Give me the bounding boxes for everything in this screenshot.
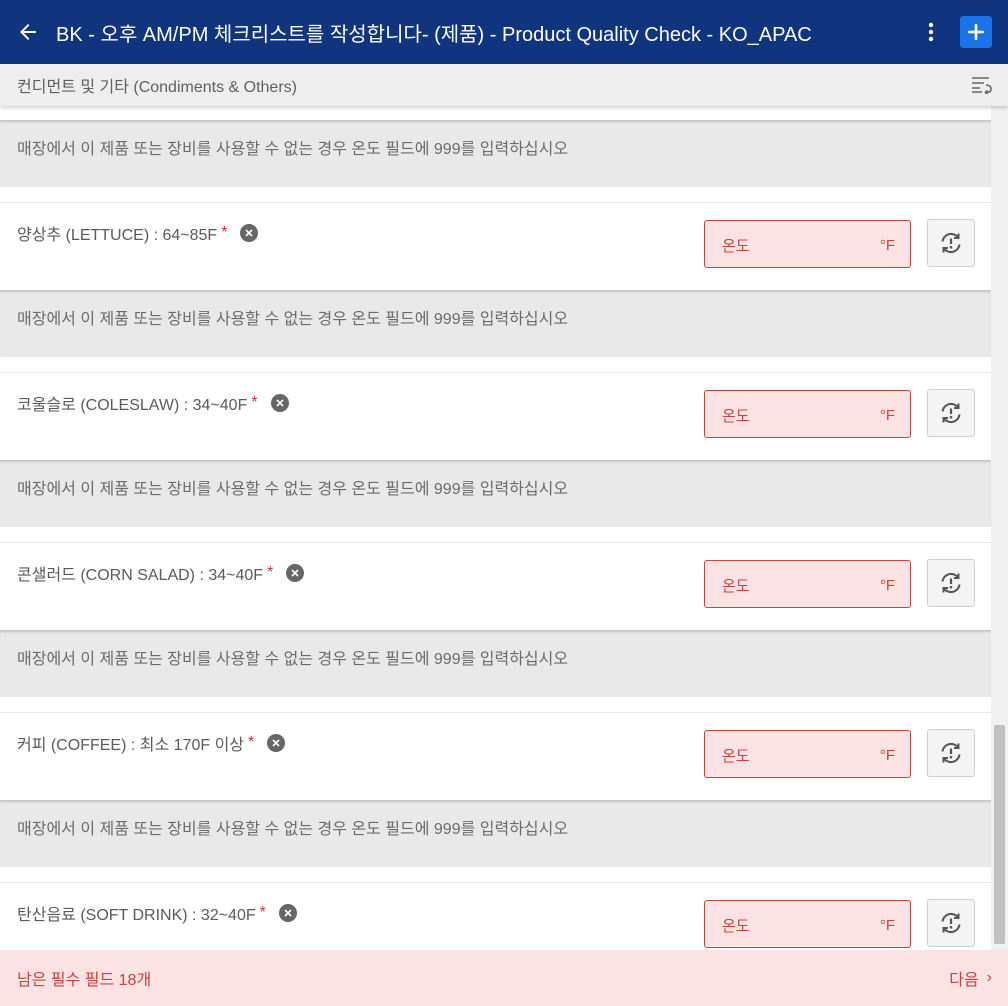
info-text: 매장에서 이 제품 또는 장비를 사용할 수 없는 경우 온도 필드에 999를… — [0, 630, 991, 697]
temperature-input[interactable]: 온도 °F — [704, 900, 911, 948]
reset-button[interactable] — [927, 729, 975, 777]
add-button[interactable] — [960, 16, 992, 48]
item-label: 탄산음료 (SOFT DRINK) : 32~40F * — [17, 901, 297, 925]
info-text: 매장에서 이 제품 또는 장비를 사용할 수 없는 경우 온도 필드에 999를… — [0, 120, 991, 187]
form-item-lettuce: 양상추 (LETTUCE) : 64~85F * 온도 °F — [0, 203, 991, 290]
scrollbar[interactable] — [991, 106, 1008, 950]
temperature-input[interactable]: 온도 °F — [704, 220, 911, 268]
info-text: 매장에서 이 제품 또는 장비를 사용할 수 없는 경우 온도 필드에 999를… — [0, 290, 991, 357]
item-label: 코울슬로 (COLESLAW) : 34~40F * — [17, 391, 289, 415]
item-label: 커피 (COFFEE) : 최소 170F 이상 * — [17, 731, 286, 755]
next-label: 다음 — [949, 972, 979, 989]
item-label: 양상추 (LETTUCE) : 64~85F * — [17, 221, 259, 245]
form-item-corn-salad: 콘샐러드 (CORN SALAD) : 34~40F * 온도 °F — [0, 543, 991, 630]
reset-icon — [941, 573, 961, 593]
unit-label: °F — [879, 577, 895, 594]
unit-label: °F — [879, 917, 895, 934]
sort-button[interactable] — [962, 64, 1002, 106]
reset-icon — [941, 403, 961, 423]
form-item-soft-drink: 탄산음료 (SOFT DRINK) : 32~40F * 온도 °F — [0, 883, 991, 950]
form-item-coleslaw: 코울슬로 (COLESLAW) : 34~40F * 온도 °F — [0, 373, 991, 460]
required-mark: * — [267, 564, 274, 581]
close-circle-icon[interactable] — [267, 734, 286, 752]
page-title: BK - 오후 AM/PM 체크리스트를 작성합니다- (제품) - Produ… — [56, 23, 812, 46]
temperature-placeholder: 온도 — [722, 918, 750, 935]
scrollbar-thumb[interactable] — [994, 725, 1005, 944]
required-mark: * — [251, 394, 258, 411]
reset-icon — [941, 913, 961, 933]
more-menu-button[interactable] — [916, 0, 946, 64]
temperature-placeholder: 온도 — [722, 238, 750, 255]
back-button[interactable] — [0, 0, 56, 64]
reset-icon — [941, 743, 961, 763]
close-circle-icon[interactable] — [240, 224, 259, 242]
temperature-placeholder: 온도 — [722, 408, 750, 425]
close-circle-icon[interactable] — [270, 394, 289, 412]
reset-button[interactable] — [927, 219, 975, 267]
unit-label: °F — [879, 747, 895, 764]
reset-button[interactable] — [927, 559, 975, 607]
info-text: 매장에서 이 제품 또는 장비를 사용할 수 없는 경우 온도 필드에 999를… — [0, 460, 991, 527]
reset-button[interactable] — [927, 899, 975, 947]
section-header: 컨디먼트 및 기타 (Condiments & Others) — [0, 64, 1008, 106]
temperature-input[interactable]: 온도 °F — [704, 390, 911, 438]
form-scroll-area[interactable]: 매장에서 이 제품 또는 장비를 사용할 수 없는 경우 온도 필드에 999를… — [0, 106, 991, 950]
close-circle-icon[interactable] — [286, 564, 305, 582]
info-text: 매장에서 이 제품 또는 장비를 사용할 수 없는 경우 온도 필드에 999를… — [0, 800, 991, 867]
app-header: BK - 오후 AM/PM 체크리스트를 작성합니다- (제품) - Produ… — [0, 0, 1008, 64]
reset-button[interactable] — [927, 389, 975, 437]
chevron-right-icon: › — [986, 969, 992, 986]
remaining-fields-text: 남은 필수 필드 18개 — [17, 972, 152, 989]
temperature-placeholder: 온도 — [722, 748, 750, 765]
plus-icon — [967, 23, 985, 41]
temperature-input[interactable]: 온도 °F — [704, 560, 911, 608]
sort-icon — [972, 77, 992, 94]
close-circle-icon[interactable] — [278, 904, 297, 922]
required-mark: * — [248, 734, 255, 751]
section-title: 컨디먼트 및 기타 (Condiments & Others) — [17, 79, 297, 96]
unit-label: °F — [879, 407, 895, 424]
form-item-previous — [0, 106, 991, 120]
required-mark: * — [259, 904, 266, 921]
temperature-placeholder: 온도 — [722, 578, 750, 595]
form-item-coffee: 커피 (COFFEE) : 최소 170F 이상 * 온도 °F — [0, 713, 991, 800]
next-button[interactable]: 다음 › — [949, 966, 1008, 990]
footer-bar: 남은 필수 필드 18개 다음 › — [0, 950, 1008, 1006]
unit-label: °F — [879, 237, 895, 254]
item-label: 콘샐러드 (CORN SALAD) : 34~40F * — [17, 561, 305, 585]
temperature-input[interactable]: 온도 °F — [704, 730, 911, 778]
required-mark: * — [221, 224, 228, 241]
reset-icon — [941, 233, 961, 253]
arrow-left-icon — [20, 24, 36, 40]
more-vert-icon — [928, 22, 934, 42]
